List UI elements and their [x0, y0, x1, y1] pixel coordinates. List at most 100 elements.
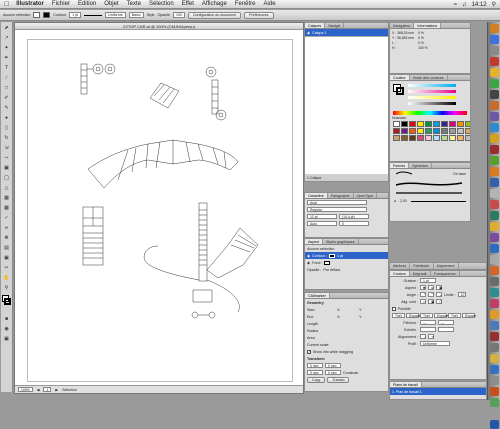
- menu-fichier[interactable]: Fichier: [52, 1, 70, 7]
- dash-2-field[interactable]: Tiret: [420, 313, 433, 318]
- tab-gradient[interactable]: Dégradé: [410, 271, 431, 276]
- limit-field[interactable]: 10: [457, 292, 466, 297]
- dock-app-icon[interactable]: [489, 189, 499, 198]
- swatch[interactable]: [433, 121, 440, 127]
- dock-app-icon[interactable]: [489, 112, 499, 121]
- appearance-fill-row[interactable]: ◉ Fond :: [305, 259, 388, 266]
- hand-tool-icon[interactable]: ✋: [2, 273, 12, 282]
- dock-app-icon[interactable]: [489, 57, 499, 66]
- swatch[interactable]: [401, 135, 408, 141]
- swatch[interactable]: [433, 135, 440, 141]
- kerning-field[interactable]: Auto: [307, 221, 337, 226]
- tab-graphic-styles[interactable]: Styles graphiques: [323, 239, 359, 244]
- swatch[interactable]: [449, 135, 456, 141]
- brush-item[interactable]: [390, 189, 470, 197]
- tab-pathfinder[interactable]: Pathfinder: [410, 263, 434, 269]
- tab-symbols[interactable]: Symboles: [409, 163, 432, 168]
- font-size-field[interactable]: 12 pt: [307, 214, 337, 219]
- dock-app-icon[interactable]: [489, 387, 499, 396]
- artwork-exhaust[interactable]: [143, 202, 259, 319]
- tab-attributes[interactable]: Attributs: [390, 263, 411, 269]
- menu-objet[interactable]: Objet: [104, 1, 118, 7]
- apple-menu-icon[interactable]: : [4, 0, 9, 9]
- weight-field[interactable]: 1 pt: [420, 278, 436, 283]
- type-tool-icon[interactable]: T: [2, 63, 12, 72]
- dock-app-icon[interactable]: [489, 200, 499, 209]
- swatch[interactable]: [417, 121, 424, 127]
- arrow-scale-end[interactable]: [438, 327, 454, 332]
- swatch[interactable]: [457, 128, 464, 134]
- wifi-icon[interactable]: ≈: [454, 2, 457, 8]
- artwork-axle-right[interactable]: [205, 66, 227, 121]
- eye-icon[interactable]: ◉: [307, 31, 310, 35]
- preferences-button[interactable]: Préférences: [244, 11, 274, 19]
- dock-app-icon[interactable]: [489, 354, 499, 363]
- swatch[interactable]: [409, 121, 416, 127]
- app-menu[interactable]: Illustrator: [16, 1, 44, 7]
- color-mode-icon[interactable]: ■: [2, 314, 12, 323]
- menu-fenetre[interactable]: Fenêtre: [235, 1, 256, 7]
- dock-app-icon[interactable]: [489, 255, 499, 264]
- prev-artboard-icon[interactable]: ◀: [37, 388, 40, 392]
- brush-item[interactable]: [390, 179, 470, 189]
- dock-app-icon[interactable]: [489, 101, 499, 110]
- artwork-wedge[interactable]: [149, 82, 180, 109]
- swatch[interactable]: [393, 128, 400, 134]
- swatch[interactable]: [425, 135, 432, 141]
- menu-aide[interactable]: Aide: [264, 1, 276, 7]
- clock[interactable]: 14:12: [472, 2, 487, 8]
- tab-info[interactable]: Informations: [414, 23, 442, 28]
- stroke-label[interactable]: Contour: [53, 13, 66, 17]
- dock-app-icon[interactable]: [489, 24, 499, 33]
- leading-field[interactable]: (14,4 pt): [339, 214, 369, 219]
- align-center-icon[interactable]: □: [420, 299, 426, 304]
- layer-row[interactable]: ◉ Calque 1: [305, 29, 388, 36]
- swatch[interactable]: [449, 128, 456, 134]
- stroke-box[interactable]: [4, 298, 11, 305]
- appearance-stroke-row[interactable]: ◉ Contour : 1 pt: [305, 252, 388, 259]
- tab-character[interactable]: Caractère: [305, 193, 328, 198]
- magenta-slider[interactable]: [408, 90, 456, 93]
- eraser-tool-icon[interactable]: ▯: [2, 123, 12, 132]
- gradient-tool-icon[interactable]: ▩: [2, 203, 12, 212]
- artwork-canvas[interactable]: [28, 40, 294, 383]
- swatch[interactable]: [433, 128, 440, 134]
- volume-icon[interactable]: ♫: [462, 2, 467, 8]
- spotlight-icon[interactable]: ⚲: [492, 1, 496, 8]
- menu-affichage[interactable]: Affichage: [202, 1, 227, 7]
- tab-layers[interactable]: Calques: [305, 23, 326, 28]
- swatch[interactable]: [465, 121, 470, 127]
- swatch[interactable]: [457, 121, 464, 127]
- transform-y-field[interactable]: 0 mm: [325, 363, 341, 368]
- dock-app-icon[interactable]: [489, 46, 499, 55]
- gap-3-field[interactable]: Espace: [462, 313, 476, 318]
- tab-color-guide[interactable]: Guide des couleurs: [410, 75, 448, 80]
- brush-item[interactable]: ● 2,00: [390, 197, 470, 205]
- tab-align[interactable]: Alignement: [434, 263, 459, 269]
- arrow-end-select[interactable]: —: [438, 320, 454, 325]
- stroke-swatch[interactable]: [43, 12, 51, 18]
- appearance-fill-swatch[interactable]: [324, 260, 331, 265]
- color-stroke-box[interactable]: [396, 87, 404, 95]
- opacity-field[interactable]: 100: [172, 12, 185, 18]
- mesh-tool-icon[interactable]: ▦: [2, 193, 12, 202]
- dock-app-icon[interactable]: [489, 365, 499, 374]
- style-label[interactable]: Style: [147, 13, 155, 17]
- align-outside-icon[interactable]: ▢: [436, 299, 442, 304]
- tab-navigator[interactable]: Navigateur: [390, 23, 415, 28]
- dock-app-icon[interactable]: [489, 409, 499, 418]
- dock-app-icon[interactable]: [489, 310, 499, 319]
- dashed-checkbox[interactable]: [392, 306, 396, 311]
- show-info-checkbox[interactable]: ✓: [307, 349, 311, 354]
- dock-app-icon[interactable]: [489, 79, 499, 88]
- tab-navigator-short[interactable]: Navigat: [325, 23, 345, 28]
- stroke-weight-field[interactable]: 1 pt: [69, 12, 82, 18]
- transform-h-field[interactable]: 0 mm: [325, 370, 341, 375]
- swatch[interactable]: [401, 128, 408, 134]
- dock-app-icon[interactable]: [489, 233, 499, 242]
- constrain-label[interactable]: Constrain: [343, 371, 358, 375]
- swatch[interactable]: [425, 121, 432, 127]
- transform-w-field[interactable]: 0 mm: [307, 370, 323, 375]
- round-join-icon[interactable]: ⌒: [428, 292, 434, 297]
- copy-button[interactable]: Copy: [307, 376, 326, 383]
